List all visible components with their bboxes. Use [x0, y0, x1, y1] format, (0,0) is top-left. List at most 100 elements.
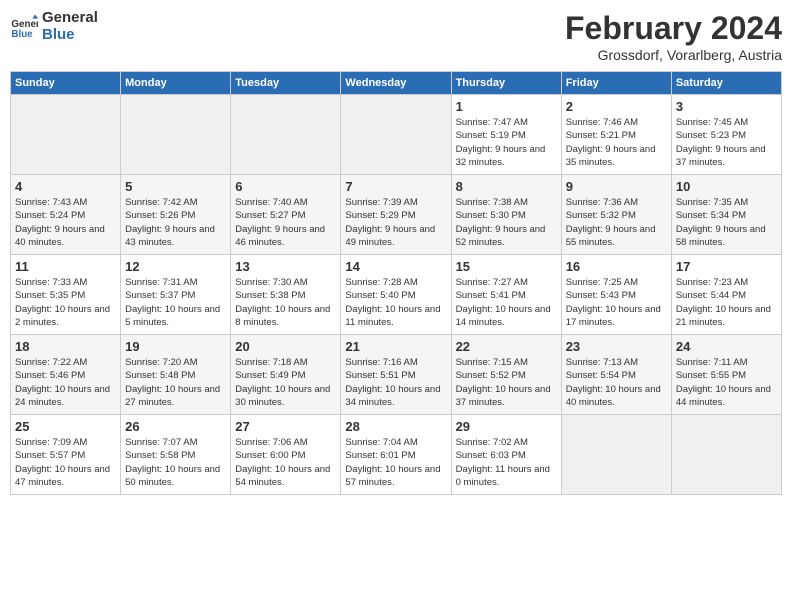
calendar-title: February 2024: [565, 10, 782, 47]
week-row-3: 11Sunrise: 7:33 AMSunset: 5:35 PMDayligh…: [11, 255, 782, 335]
day-cell: 20Sunrise: 7:18 AMSunset: 5:49 PMDayligh…: [231, 335, 341, 415]
day-info: Sunrise: 7:09 AMSunset: 5:57 PMDaylight:…: [15, 436, 116, 489]
weekday-header-thursday: Thursday: [451, 72, 561, 95]
weekday-header-saturday: Saturday: [671, 72, 781, 95]
day-cell: [561, 415, 671, 495]
weekday-header-tuesday: Tuesday: [231, 72, 341, 95]
day-info: Sunrise: 7:35 AMSunset: 5:34 PMDaylight:…: [676, 196, 777, 249]
day-info: Sunrise: 7:15 AMSunset: 5:52 PMDaylight:…: [456, 356, 557, 409]
day-number: 14: [345, 259, 446, 274]
day-cell: 25 Sunrise: 7:09 AMSunset: 5:57 PMDayligh…: [11, 415, 121, 495]
day-cell: 29 Sunrise: 7:02 AMSunset: 6:03 PMDayligh…: [451, 415, 561, 495]
day-info: Sunrise: 7:04 AMSunset: 6:01 PMDaylight:…: [345, 436, 446, 489]
weekday-header-row: SundayMondayTuesdayWednesdayThursdayFrid…: [11, 72, 782, 95]
day-number: 23: [566, 339, 667, 354]
day-info: Sunrise: 7:36 AMSunset: 5:32 PMDaylight:…: [566, 196, 667, 249]
day-number: 21: [345, 339, 446, 354]
logo: General Blue General Blue: [10, 10, 98, 43]
day-number: 18: [15, 339, 116, 354]
day-info: Sunrise: 7:38 AMSunset: 5:30 PMDaylight:…: [456, 196, 557, 249]
day-number: 20: [235, 339, 336, 354]
day-info: Sunrise: 7:25 AMSunset: 5:43 PMDaylight:…: [566, 276, 667, 329]
day-cell: 6 Sunrise: 7:40 AMSunset: 5:27 PMDaylight…: [231, 175, 341, 255]
day-cell: [121, 95, 231, 175]
day-info: Sunrise: 7:42 AMSunset: 5:26 PMDaylight:…: [125, 196, 226, 249]
day-cell: 18 Sunrise: 7:22 AMSunset: 5:46 PMDayligh…: [11, 335, 121, 415]
day-cell: 22 Sunrise: 7:15 AMSunset: 5:52 PMDayligh…: [451, 335, 561, 415]
day-number: 4: [15, 179, 116, 194]
day-info: Sunrise: 7:46 AMSunset: 5:21 PMDaylight:…: [566, 116, 667, 169]
day-cell: [671, 415, 781, 495]
day-number: 22: [456, 339, 557, 354]
day-number: 17: [676, 259, 777, 274]
day-number: 9: [566, 179, 667, 194]
day-number: 29: [456, 419, 557, 434]
day-number: 24: [676, 339, 777, 354]
day-cell: 9 Sunrise: 7:36 AMSunset: 5:32 PMDaylight…: [561, 175, 671, 255]
day-number: 6: [235, 179, 336, 194]
day-cell: 27Sunrise: 7:06 AMSunset: 6:00 PMDayligh…: [231, 415, 341, 495]
day-number: 5: [125, 179, 226, 194]
day-info: Sunrise: 7:11 AMSunset: 5:55 PMDaylight:…: [676, 356, 777, 409]
day-cell: 11Sunrise: 7:33 AMSunset: 5:35 PMDayligh…: [11, 255, 121, 335]
day-cell: 14Sunrise: 7:28 AMSunset: 5:40 PMDayligh…: [341, 255, 451, 335]
day-cell: 13 Sunrise: 7:30 AMSunset: 5:38 PMDayligh…: [231, 255, 341, 335]
day-cell: 3 Sunrise: 7:45 AMSunset: 5:23 PMDaylight…: [671, 95, 781, 175]
day-number: 15: [456, 259, 557, 274]
day-number: 1: [456, 99, 557, 114]
day-cell: 7 Sunrise: 7:39 AMSunset: 5:29 PMDaylight…: [341, 175, 451, 255]
day-info: Sunrise: 7:20 AMSunset: 5:48 PMDaylight:…: [125, 356, 226, 409]
day-cell: 23Sunrise: 7:13 AMSunset: 5:54 PMDayligh…: [561, 335, 671, 415]
day-info: Sunrise: 7:27 AMSunset: 5:41 PMDaylight:…: [456, 276, 557, 329]
day-cell: 24 Sunrise: 7:11 AMSunset: 5:55 PMDayligh…: [671, 335, 781, 415]
day-info: Sunrise: 7:39 AMSunset: 5:29 PMDaylight:…: [345, 196, 446, 249]
day-number: 7: [345, 179, 446, 194]
weekday-header-friday: Friday: [561, 72, 671, 95]
week-row-4: 18 Sunrise: 7:22 AMSunset: 5:46 PMDayligh…: [11, 335, 782, 415]
day-number: 8: [456, 179, 557, 194]
day-info: Sunrise: 7:31 AMSunset: 5:37 PMDaylight:…: [125, 276, 226, 329]
day-number: 19: [125, 339, 226, 354]
day-number: 26: [125, 419, 226, 434]
day-cell: 19 Sunrise: 7:20 AMSunset: 5:48 PMDayligh…: [121, 335, 231, 415]
day-cell: 16 Sunrise: 7:25 AMSunset: 5:43 PMDayligh…: [561, 255, 671, 335]
svg-text:Blue: Blue: [11, 28, 33, 39]
calendar-subtitle: Grossdorf, Vorarlberg, Austria: [565, 47, 782, 63]
day-info: Sunrise: 7:22 AMSunset: 5:46 PMDaylight:…: [15, 356, 116, 409]
day-number: 3: [676, 99, 777, 114]
day-number: 16: [566, 259, 667, 274]
day-info: Sunrise: 7:02 AMSunset: 6:03 PMDaylight:…: [456, 436, 557, 489]
weekday-header-sunday: Sunday: [11, 72, 121, 95]
week-row-1: 1 Sunrise: 7:47 AMSunset: 5:19 PMDaylight…: [11, 95, 782, 175]
day-cell: 2 Sunrise: 7:46 AMSunset: 5:21 PMDaylight…: [561, 95, 671, 175]
day-number: 25: [15, 419, 116, 434]
day-info: Sunrise: 7:40 AMSunset: 5:27 PMDaylight:…: [235, 196, 336, 249]
day-cell: 10Sunrise: 7:35 AMSunset: 5:34 PMDayligh…: [671, 175, 781, 255]
day-cell: 17 Sunrise: 7:23 AMSunset: 5:44 PMDayligh…: [671, 255, 781, 335]
day-number: 27: [235, 419, 336, 434]
logo-icon: General Blue: [10, 13, 38, 41]
day-number: 11: [15, 259, 116, 274]
day-cell: 21 Sunrise: 7:16 AMSunset: 5:51 PMDayligh…: [341, 335, 451, 415]
day-cell: 4Sunrise: 7:43 AMSunset: 5:24 PMDaylight…: [11, 175, 121, 255]
day-cell: [11, 95, 121, 175]
day-cell: 5 Sunrise: 7:42 AMSunset: 5:26 PMDaylight…: [121, 175, 231, 255]
day-cell: 28Sunrise: 7:04 AMSunset: 6:01 PMDayligh…: [341, 415, 451, 495]
logo-line1: General: [42, 10, 98, 27]
weekday-header-monday: Monday: [121, 72, 231, 95]
day-info: Sunrise: 7:45 AMSunset: 5:23 PMDaylight:…: [676, 116, 777, 169]
day-info: Sunrise: 7:23 AMSunset: 5:44 PMDaylight:…: [676, 276, 777, 329]
day-info: Sunrise: 7:47 AMSunset: 5:19 PMDaylight:…: [456, 116, 557, 169]
weekday-header-wednesday: Wednesday: [341, 72, 451, 95]
title-block: February 2024 Grossdorf, Vorarlberg, Aus…: [565, 10, 782, 63]
day-cell: [231, 95, 341, 175]
day-info: Sunrise: 7:30 AMSunset: 5:38 PMDaylight:…: [235, 276, 336, 329]
logo-line2: Blue: [42, 27, 98, 44]
day-number: 13: [235, 259, 336, 274]
day-cell: 26 Sunrise: 7:07 AMSunset: 5:58 PMDayligh…: [121, 415, 231, 495]
page-header: General Blue General Blue February 2024 …: [10, 10, 782, 63]
week-row-2: 4Sunrise: 7:43 AMSunset: 5:24 PMDaylight…: [11, 175, 782, 255]
day-info: Sunrise: 7:16 AMSunset: 5:51 PMDaylight:…: [345, 356, 446, 409]
day-info: Sunrise: 7:07 AMSunset: 5:58 PMDaylight:…: [125, 436, 226, 489]
day-number: 2: [566, 99, 667, 114]
